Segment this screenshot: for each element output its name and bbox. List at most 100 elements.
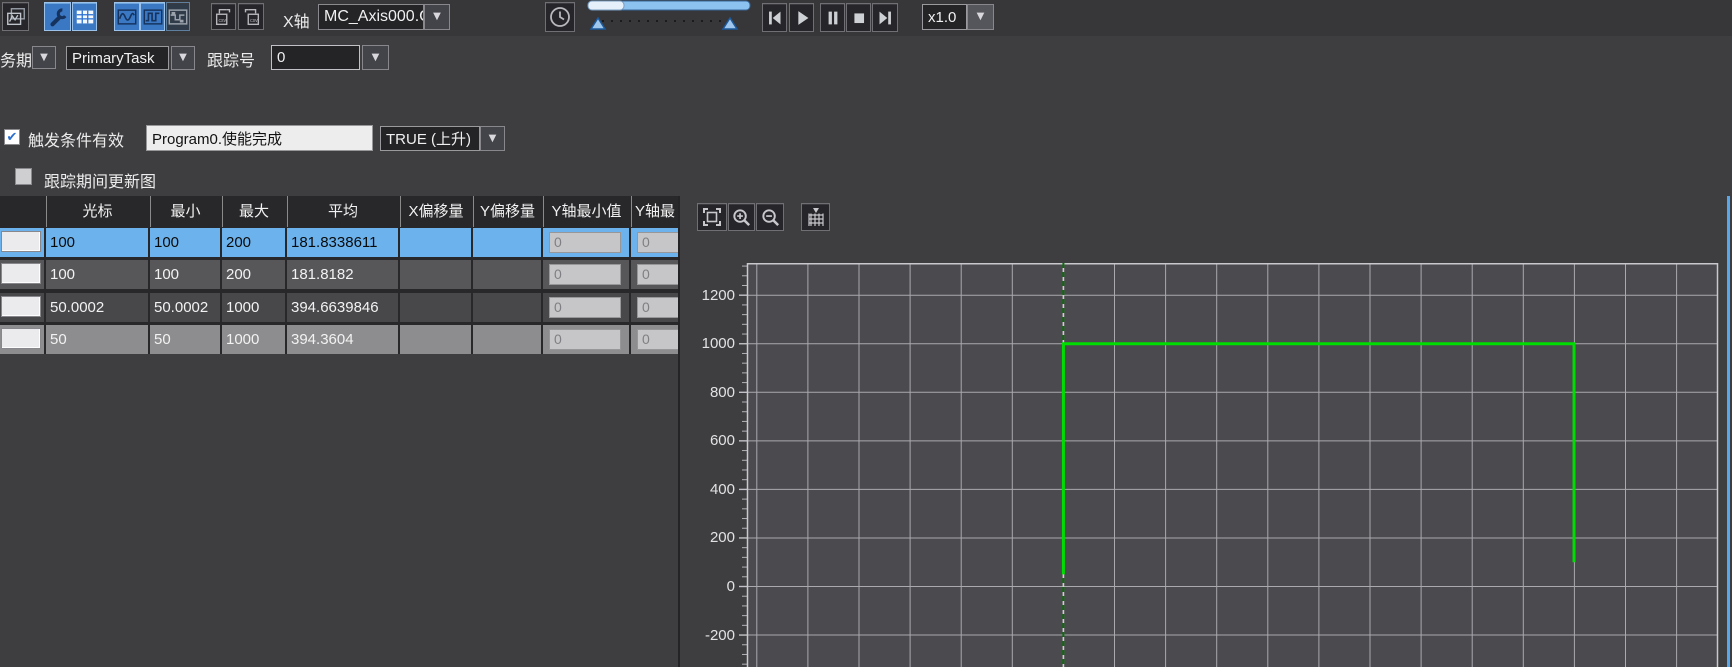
cell-y_axis_max: 0 — [631, 260, 678, 289]
cell-swatch — [0, 228, 44, 257]
task-select-arrow[interactable]: ▼ — [171, 46, 195, 70]
trace-position-slider[interactable] — [586, 0, 756, 33]
trigger-edge-select[interactable]: TRUE (上升) — [380, 126, 480, 151]
x-axis-select-arrow[interactable]: ▼ — [424, 4, 450, 30]
column-header-cursor[interactable]: 光标 — [46, 196, 148, 227]
cell-x_offset — [400, 228, 471, 257]
column-header-y_axis_max[interactable]: Y轴最 — [631, 196, 678, 227]
panel-splitter[interactable] — [678, 196, 680, 667]
table-icon — [74, 6, 96, 28]
column-header-x_offset[interactable]: X偏移量 — [400, 196, 471, 227]
y-axis-label: 0 — [687, 577, 735, 596]
task-period-arrow[interactable]: ▼ — [32, 46, 56, 69]
cell-y_axis_min: 0 — [543, 325, 629, 354]
digital-chart-button[interactable] — [140, 2, 165, 31]
chevron-down-icon: ▼ — [977, 12, 985, 22]
cell-cursor: 100 — [46, 260, 148, 289]
x-axis-select[interactable]: MC_Axis000.Cmd.Pos — [318, 4, 424, 30]
trace-variable-table: 光标最小最大平均X偏移量Y偏移量Y轴最小值Y轴最100100200181.833… — [0, 196, 678, 354]
trace-number-arrow[interactable]: ▼ — [362, 45, 389, 70]
pause-icon — [822, 7, 844, 29]
cell-y_axis_min: 0 — [543, 293, 629, 322]
cell-swatch — [0, 293, 44, 322]
cell-max: 1000 — [222, 325, 285, 354]
data-trace-window: csv csv X轴 MC_Axis000.Cmd.Pos ▼ — [0, 0, 1732, 667]
row-value-box[interactable] — [1, 231, 41, 252]
task-select[interactable]: PrimaryTask — [66, 46, 169, 70]
cell-x_offset — [400, 325, 471, 354]
column-header-min[interactable]: 最小 — [150, 196, 220, 227]
zoom-in-icon — [730, 206, 753, 229]
column-header-avg[interactable]: 平均 — [287, 196, 398, 227]
pause-button[interactable] — [820, 3, 845, 32]
value-table-button[interactable] — [72, 2, 97, 31]
y_axis_max-input[interactable]: 0 — [637, 232, 678, 253]
trace-plot[interactable] — [737, 263, 1732, 667]
time-scale-button[interactable] — [545, 2, 575, 32]
y_axis_min-input[interactable]: 0 — [549, 329, 621, 350]
chevron-down-icon: ▼ — [40, 53, 48, 63]
trace-number-select[interactable]: 0 — [271, 45, 360, 70]
analog-chart-button[interactable] — [114, 2, 140, 31]
y_axis_min-input[interactable]: 0 — [549, 264, 621, 285]
cell-max: 1000 — [222, 293, 285, 322]
zoom-out-button[interactable] — [756, 203, 784, 231]
cell-min: 100 — [150, 260, 220, 289]
slider-thumb[interactable] — [588, 1, 624, 10]
trace-window-icon — [5, 6, 27, 28]
range-start-marker[interactable] — [591, 18, 605, 29]
window-edge-highlight — [1727, 196, 1730, 667]
mixed-chart-button[interactable] — [166, 2, 190, 31]
settings-button[interactable] — [44, 2, 71, 31]
column-header-y_axis_min[interactable]: Y轴最小值 — [543, 196, 629, 227]
row-value-box[interactable] — [1, 328, 41, 349]
skip-start-button[interactable] — [762, 3, 787, 32]
column-header-y_offset[interactable]: Y偏移量 — [473, 196, 541, 227]
mixed-wave-icon — [167, 6, 189, 28]
update-during-trace-label: 跟踪期间更新图 — [44, 168, 156, 192]
table-row[interactable]: 50501000394.360400 — [0, 325, 678, 354]
row-value-box[interactable] — [1, 263, 41, 284]
stop-icon — [848, 7, 870, 29]
speed-select[interactable]: x1.0 — [922, 4, 967, 30]
y_axis_max-input[interactable]: 0 — [637, 264, 678, 285]
row-value-box[interactable] — [1, 296, 41, 317]
column-header-max[interactable]: 最大 — [222, 196, 285, 227]
skip-end-button[interactable] — [872, 3, 898, 32]
table-row[interactable]: 50.000250.00021000394.663984600 — [0, 293, 678, 322]
play-icon — [791, 7, 813, 29]
import-csv-button[interactable]: csv — [238, 3, 264, 30]
stop-button[interactable] — [846, 3, 871, 32]
cell-swatch — [0, 260, 44, 289]
y_axis_min-input[interactable]: 0 — [549, 297, 621, 318]
fit-view-button[interactable] — [697, 203, 727, 231]
cell-y_offset — [473, 325, 541, 354]
y_axis_min-input[interactable]: 0 — [549, 232, 621, 253]
grid-cursor-button[interactable] — [801, 203, 830, 231]
clock-icon — [548, 5, 572, 29]
cell-x_offset — [400, 260, 471, 289]
trigger-condition-input[interactable]: Program0.使能完成 — [146, 125, 373, 151]
grid-cursor-icon — [804, 205, 828, 229]
update-during-trace-checkbox[interactable] — [15, 168, 32, 185]
y_axis_max-input[interactable]: 0 — [637, 329, 678, 350]
cell-y_offset — [473, 260, 541, 289]
y-axis-label: 600 — [687, 431, 735, 450]
trace-window-button[interactable] — [2, 2, 29, 31]
y_axis_max-input[interactable]: 0 — [637, 297, 678, 318]
zoom-in-button[interactable] — [728, 203, 755, 231]
cell-cursor: 50.0002 — [46, 293, 148, 322]
chevron-down-icon: ▼ — [372, 53, 380, 63]
range-end-marker[interactable] — [723, 18, 737, 29]
trigger-edge-arrow[interactable]: ▼ — [480, 126, 505, 151]
table-row[interactable]: 100100200181.818200 — [0, 260, 678, 289]
play-button[interactable] — [789, 3, 814, 32]
table-row[interactable]: 100100200181.833861100 — [0, 228, 678, 257]
trigger-enable-checkbox[interactable]: ✔ — [4, 129, 20, 145]
export-csv-button[interactable]: csv — [211, 3, 236, 30]
svg-text:csv: csv — [218, 18, 226, 24]
svg-text:csv: csv — [250, 18, 258, 24]
y-axis-label: 1200 — [687, 286, 735, 305]
x-axis-label: X轴 — [283, 8, 310, 32]
speed-select-arrow[interactable]: ▼ — [967, 4, 994, 30]
